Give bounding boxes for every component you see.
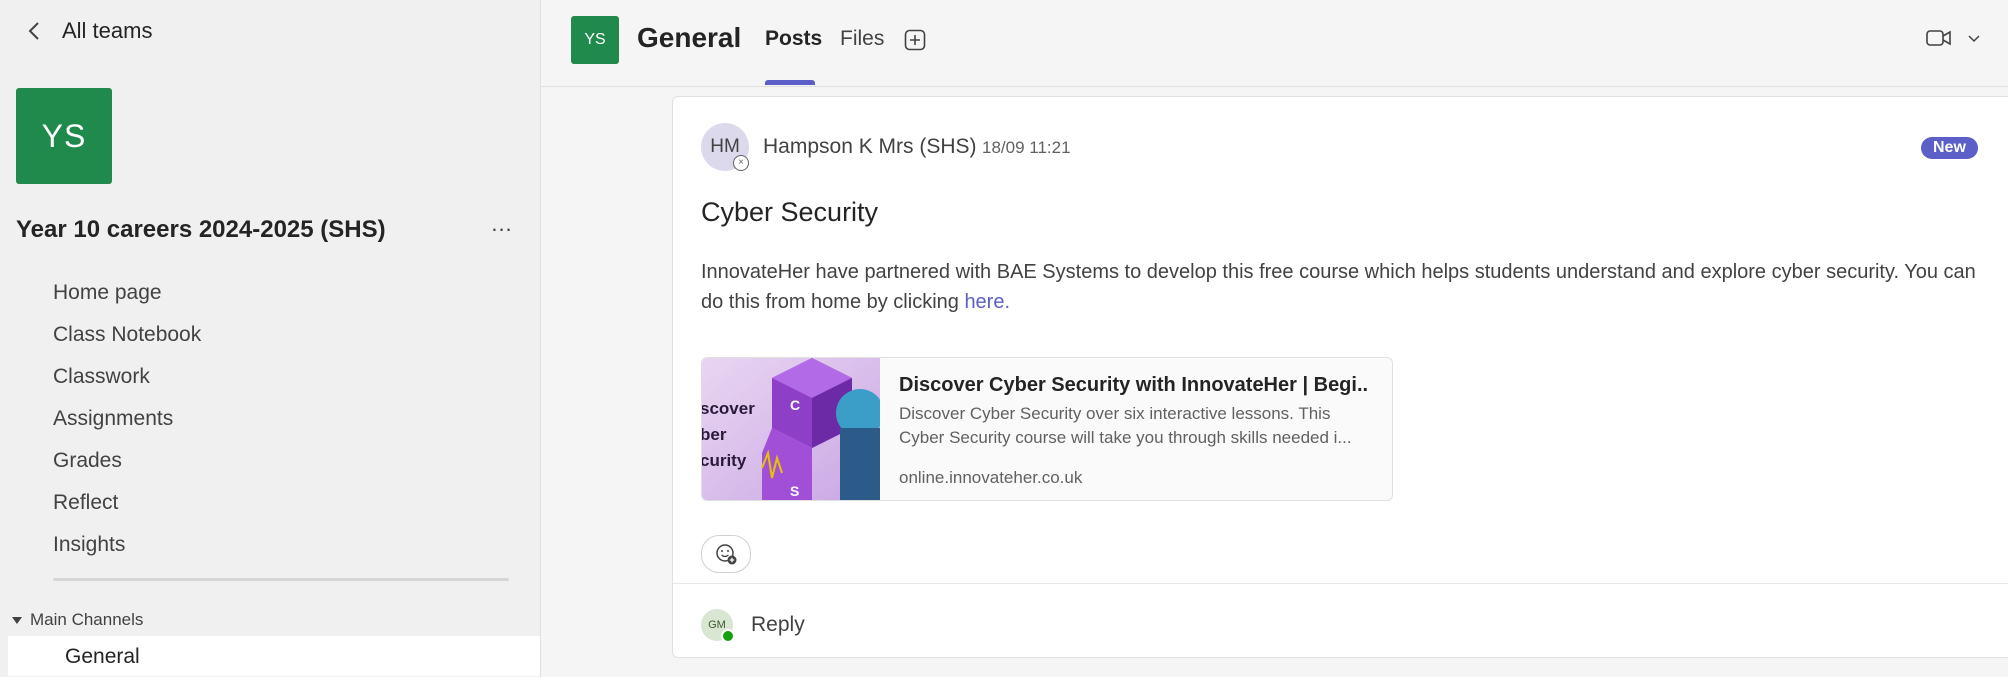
new-badge: New (1921, 137, 1978, 159)
author-name[interactable]: Hampson K Mrs (SHS) (763, 135, 977, 159)
sidebar-divider (53, 578, 509, 581)
reply-button[interactable]: GM Reply (701, 609, 805, 643)
team-name: Year 10 careers 2024-2025 (SHS) (16, 216, 386, 243)
meet-button[interactable] (1926, 28, 1982, 48)
active-tab-indicator (765, 80, 815, 85)
link-preview-card[interactable]: C S scover ber curity Discover Cyber Sec… (701, 357, 1393, 501)
chevron-down-icon (1968, 35, 1980, 43)
main-channels-header[interactable]: Main Channels (12, 610, 143, 630)
tab-posts[interactable]: Posts (765, 27, 822, 51)
team-avatar[interactable]: YS (16, 88, 112, 184)
channel-avatar: YS (571, 16, 619, 64)
presence-offline-icon: × (733, 155, 749, 171)
channel-title: General (637, 22, 742, 53)
team-sidebar: All teams YS Year 10 careers 2024-2025 (… (0, 0, 541, 677)
emoji-add-icon (716, 544, 737, 565)
link-card-title: Discover Cyber Security with InnovateHer… (899, 374, 1369, 396)
reply-label: Reply (751, 613, 805, 636)
thumb-letter-c: C (790, 397, 800, 413)
nav-item-insights[interactable]: Insights (53, 524, 201, 566)
current-user-avatar: GM (701, 609, 735, 643)
post-timestamp: 18/09 11:21 (982, 138, 1071, 157)
add-tab-icon[interactable] (904, 29, 926, 51)
thumb-text-line-2: ber (702, 425, 727, 444)
main-channels-label: Main Channels (30, 610, 144, 629)
post-body-text: InnovateHer have partnered with BAE Syst… (701, 261, 1976, 313)
post-body-link[interactable]: here. (964, 291, 1010, 313)
presence-available-icon (721, 629, 735, 643)
nav-item-reflect[interactable]: Reflect (53, 482, 201, 524)
caret-down-icon (12, 616, 22, 624)
nav-item-grades[interactable]: Grades (53, 440, 201, 482)
channel-label: General (65, 645, 140, 668)
team-nav: Home page Class Notebook Classwork Assig… (53, 272, 201, 566)
channel-item-general[interactable]: General (8, 636, 540, 676)
video-icon (1926, 30, 1951, 46)
nav-item-assignments[interactable]: Assignments (53, 398, 201, 440)
all-teams-label: All teams (62, 18, 153, 43)
thumb-text-line-1: scover (702, 399, 755, 418)
chevron-left-icon (28, 22, 39, 40)
nav-item-classwork[interactable]: Classwork (53, 356, 201, 398)
tab-files[interactable]: Files (840, 27, 884, 51)
nav-item-class-notebook[interactable]: Class Notebook (53, 314, 201, 356)
reply-divider (673, 583, 2008, 584)
thumb-letter-s: S (790, 483, 799, 499)
nav-item-home-page[interactable]: Home page (53, 272, 201, 314)
post-card: HM × Hampson K Mrs (SHS) 18/09 11:21 New… (672, 96, 2008, 658)
thumb-text-line-3: curity (702, 451, 747, 470)
link-card-description: Discover Cyber Security over six interac… (899, 404, 1352, 447)
link-card-url: online.innovateher.co.uk (899, 468, 1083, 487)
all-teams-back-button[interactable]: All teams (24, 18, 152, 44)
post-subject: Cyber Security (701, 197, 879, 227)
add-reaction-button[interactable] (701, 535, 751, 573)
channel-header: YS General Posts Files (541, 0, 2008, 87)
post-body: InnovateHer have partnered with BAE Syst… (701, 257, 1991, 317)
link-preview-thumbnail: C S scover ber curity (702, 358, 880, 500)
more-options-icon[interactable]: ... (488, 213, 516, 242)
